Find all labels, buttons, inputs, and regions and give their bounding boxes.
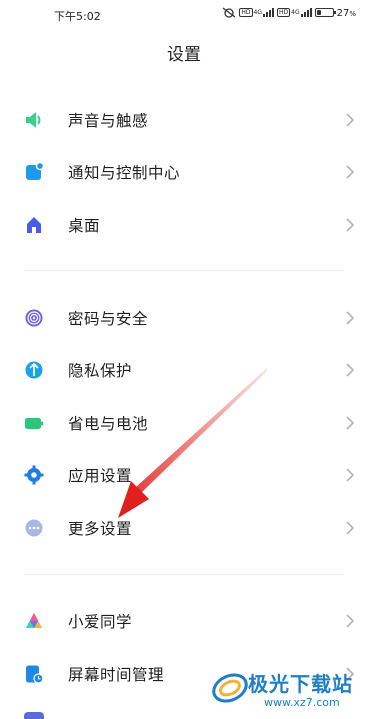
more-icon [24, 518, 44, 538]
fingerprint-icon [24, 308, 44, 328]
group-divider [24, 574, 344, 575]
watermark-logo: 极光下载站 www.xz7.com [208, 664, 368, 719]
settings-item-app-settings[interactable]: 应用设置 [0, 449, 368, 501]
screen-time-icon [24, 664, 44, 684]
settings-item-privacy[interactable]: 隐私保护 [0, 344, 368, 396]
settings-item-label: 密码与安全 [68, 310, 149, 328]
watermark-url: www.xz7.com [264, 696, 340, 709]
sim2-hd-label: HD [277, 8, 291, 17]
chevron-right-icon [346, 521, 355, 535]
sim1-signal: HD 4G [239, 8, 274, 17]
partial-item-icon [24, 712, 44, 719]
chevron-right-icon [346, 218, 355, 232]
status-icons: HD 4G HD 4G 27% [222, 6, 356, 19]
sim1-signal-bars-icon [263, 8, 274, 17]
settings-item-label: 省电与电池 [68, 415, 149, 433]
status-time: 下午5:02 [54, 10, 101, 23]
privacy-shield-icon [24, 360, 44, 380]
chevron-right-icon [346, 416, 355, 430]
chevron-right-icon [346, 614, 355, 628]
settings-item-label: 应用设置 [68, 467, 133, 485]
settings-item-xiaoai[interactable]: 小爱同学 [0, 595, 368, 647]
watermark-text: 极光下载站 [248, 672, 353, 696]
settings-item-battery[interactable]: 省电与电池 [0, 397, 368, 449]
settings-item-label: 更多设置 [68, 520, 133, 538]
settings-item-label: 屏幕时间管理 [68, 666, 165, 684]
battery-icon [24, 413, 44, 433]
chevron-right-icon [346, 363, 355, 377]
settings-item-label: 隐私保护 [68, 362, 133, 380]
chevron-right-icon [346, 113, 355, 127]
sim2-signal-bars-icon [300, 8, 312, 17]
settings-item-label: 小爱同学 [68, 613, 133, 631]
chevron-right-icon [346, 165, 355, 179]
settings-item-notifications[interactable]: 通知与控制中心 [0, 146, 368, 198]
watermark-swirl-icon [212, 673, 248, 703]
settings-item-desktop[interactable]: 桌面 [0, 199, 368, 251]
notification-icon [24, 162, 44, 182]
sim1-hd-label: HD [239, 8, 253, 17]
sim2-signal: HD 4G [277, 8, 312, 17]
page-title: 设置 [167, 45, 201, 65]
settings-item-label: 桌面 [68, 217, 101, 235]
battery-icon [314, 8, 336, 17]
battery-percent: 27% [337, 6, 356, 19]
settings-item-partial [24, 712, 44, 719]
sim1-net-label: 4G [253, 8, 262, 16]
battery-percent-value: 27 [336, 8, 350, 19]
battery-percent-unit: % [349, 10, 356, 18]
home-icon [24, 215, 44, 235]
settings-item-password-security[interactable]: 密码与安全 [0, 292, 368, 344]
gear-icon [24, 465, 44, 485]
status-bar: 下午5:02 HD 4G HD 4G 27% [0, 0, 368, 28]
alarm-off-icon [223, 7, 236, 18]
settings-item-label: 声音与触感 [68, 112, 149, 130]
speaker-icon [24, 110, 44, 130]
group-divider [24, 270, 344, 271]
xiaoai-icon [24, 611, 44, 631]
chevron-right-icon [346, 311, 355, 325]
settings-item-label: 通知与控制中心 [68, 164, 181, 182]
settings-item-more-settings[interactable]: 更多设置 [0, 502, 368, 554]
chevron-right-icon [346, 468, 355, 482]
settings-item-sound[interactable]: 声音与触感 [0, 94, 368, 146]
sim2-net-label: 4G [291, 8, 300, 16]
